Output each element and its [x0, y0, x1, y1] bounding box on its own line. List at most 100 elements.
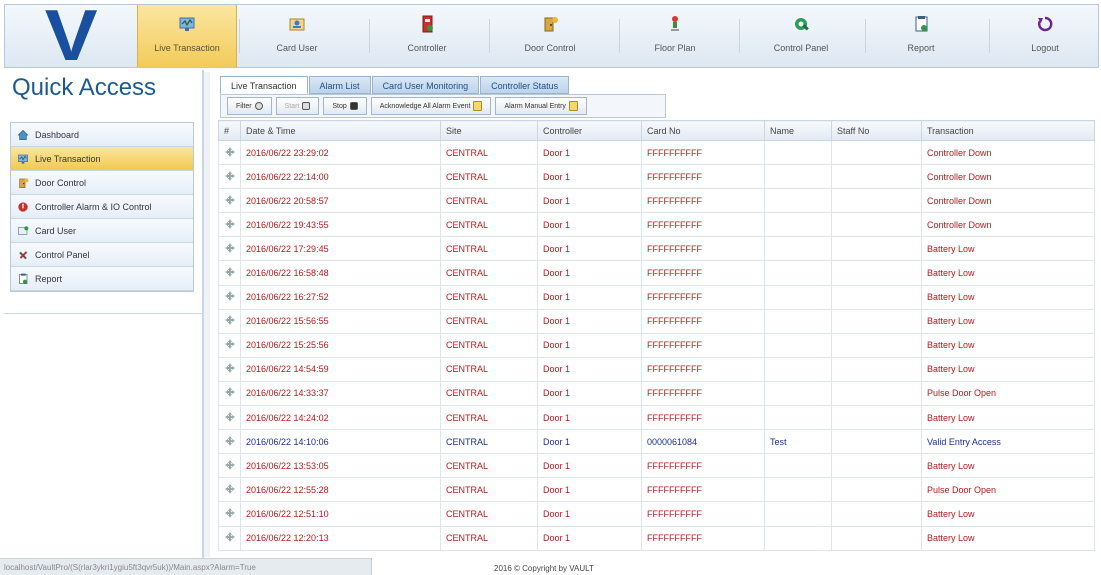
nav-controller[interactable]: Controller	[375, 5, 479, 67]
column-header[interactable]: Name	[764, 120, 832, 141]
cell-transaction: Battery Low	[921, 453, 1095, 479]
cell-staff	[831, 501, 922, 527]
table-row[interactable]: 2016/06/22 13:53:05 CENTRAL Door 1 FFFFFFFF…	[218, 453, 1095, 479]
quick-access-item-door-control[interactable]: Door Control	[11, 171, 193, 195]
cell-site: CENTRAL	[440, 236, 538, 262]
cell-controller: Door 1	[537, 284, 642, 310]
row-action-icon[interactable]	[218, 380, 241, 407]
row-action-icon[interactable]	[218, 212, 241, 238]
row-action-icon[interactable]	[218, 453, 241, 479]
cell-controller: Door 1	[537, 477, 642, 503]
column-header[interactable]: #	[218, 120, 241, 141]
copyright-text: 2016 © Copyright by VAULT	[494, 564, 594, 573]
table-row[interactable]: 2016/06/22 15:25:56 CENTRAL Door 1 FFFFFFFF…	[218, 332, 1095, 358]
quick-access-item-controller-alarm-io-control[interactable]: Controller Alarm & IO Control	[11, 195, 193, 219]
cell-transaction: Battery Low	[921, 405, 1095, 431]
row-action-icon[interactable]	[218, 188, 241, 214]
column-header[interactable]: Controller	[537, 120, 642, 141]
nav-floor-plan[interactable]: Floor Plan	[625, 5, 725, 67]
cell-card: FFFFFFFFFF	[641, 139, 765, 166]
table-row[interactable]: 2016/06/22 14:24:02 CENTRAL Door 1 FFFFFFFF…	[218, 405, 1095, 431]
row-action-icon[interactable]	[218, 525, 241, 551]
cell-datetime: 2016/06/22 15:25:56	[240, 332, 441, 358]
row-action-icon[interactable]	[218, 308, 241, 334]
row-action-icon[interactable]	[218, 284, 241, 310]
cell-card: FFFFFFFFFF	[641, 477, 765, 503]
cell-datetime: 2016/06/22 14:10:06	[240, 429, 441, 455]
column-header[interactable]: Date & Time	[240, 120, 441, 141]
start-button[interactable]: Start	[275, 97, 320, 115]
table-row[interactable]: 2016/06/22 14:54:59 CENTRAL Door 1 FFFFFFFF…	[218, 356, 1095, 382]
cell-site: CENTRAL	[440, 284, 538, 310]
table-row[interactable]: 2016/06/22 22:14:00 CENTRAL Door 1 FFFFFFFF…	[218, 164, 1095, 190]
cell-card: FFFFFFFFFF	[641, 284, 765, 310]
cell-staff	[831, 188, 922, 214]
cell-name	[764, 139, 832, 166]
row-action-icon[interactable]	[218, 356, 241, 382]
tab-live-transaction[interactable]: Live Transaction	[220, 76, 308, 94]
cell-staff	[831, 429, 922, 455]
quick-access-item-dashboard[interactable]: Dashboard	[11, 123, 193, 147]
cell-site: CENTRAL	[440, 356, 538, 382]
toolbar: Filter Start Stop Acknowledge All Alarm …	[220, 94, 666, 118]
row-action-icon[interactable]	[218, 236, 241, 262]
cell-datetime: 2016/06/22 12:20:13	[240, 525, 441, 551]
filter-button[interactable]: Filter	[227, 97, 272, 115]
row-action-icon[interactable]	[218, 501, 241, 527]
table-row[interactable]: 2016/06/22 14:10:06 CENTRAL Door 1 00000610…	[218, 429, 1095, 455]
nav-logout[interactable]: Logout	[995, 5, 1095, 67]
nav-report[interactable]: Report	[871, 5, 971, 67]
row-action-icon[interactable]	[218, 429, 241, 455]
alarm-manual-entry-button[interactable]: Alarm Manual Entry	[495, 97, 587, 115]
row-action-icon[interactable]	[218, 477, 241, 503]
cell-name	[764, 380, 832, 407]
main-content: Live Transaction Alarm List Card User Moni…	[210, 72, 1099, 557]
column-header[interactable]: Staff No	[831, 120, 922, 141]
row-action-icon[interactable]	[218, 405, 241, 431]
nav-card-user[interactable]: Card User	[245, 5, 349, 67]
row-action-icon[interactable]	[218, 164, 241, 190]
column-header[interactable]: Site	[440, 120, 538, 141]
table-row[interactable]: 2016/06/22 12:20:13 CENTRAL Door 1 FFFFFFFF…	[218, 525, 1095, 551]
quick-access-item-control-panel[interactable]: Control Panel	[11, 243, 193, 267]
row-action-icon[interactable]	[218, 332, 241, 358]
table-row[interactable]: 2016/06/22 23:29:02 CENTRAL Door 1 FFFFFFFF…	[218, 139, 1095, 166]
nav-control-panel[interactable]: Control Panel	[745, 5, 857, 67]
quick-access-item-report[interactable]: Report	[11, 267, 193, 291]
row-action-icon[interactable]	[218, 260, 241, 286]
column-header[interactable]: Transaction	[921, 120, 1095, 141]
table-row[interactable]: 2016/06/22 19:43:55 CENTRAL Door 1 FFFFFFFF…	[218, 212, 1095, 238]
nav-door-control[interactable]: Door Control	[495, 5, 605, 67]
table-row[interactable]: 2016/06/22 12:55:28 CENTRAL Door 1 FFFFFFFF…	[218, 477, 1095, 503]
table-row[interactable]: 2016/06/22 16:27:52 CENTRAL Door 1 FFFFFFFF…	[218, 284, 1095, 310]
column-header[interactable]: Card No	[641, 120, 765, 141]
stop-button[interactable]: Stop	[323, 97, 367, 115]
quick-access-item-card-user[interactable]: Card User	[11, 219, 193, 243]
tab-controller-status[interactable]: Controller Status	[480, 76, 570, 94]
table-row[interactable]: 2016/06/22 20:58:57 CENTRAL Door 1 FFFFFFFF…	[218, 188, 1095, 214]
quick-access-item-live-transaction[interactable]: Live Transaction	[11, 147, 193, 171]
tab-alarm-list[interactable]: Alarm List	[308, 76, 371, 94]
alarm-icon	[17, 201, 29, 213]
table-row[interactable]: 2016/06/22 12:51:10 CENTRAL Door 1 FFFFFFFF…	[218, 501, 1095, 527]
table-row[interactable]: 2016/06/22 15:56:55 CENTRAL Door 1 FFFFFFFF…	[218, 308, 1095, 334]
cell-controller: Door 1	[537, 380, 642, 407]
cell-staff	[831, 332, 922, 358]
table-row[interactable]: 2016/06/22 16:58:48 CENTRAL Door 1 FFFFFFFF…	[218, 260, 1095, 286]
quick-access-title: Quick Access	[12, 74, 157, 101]
cell-datetime: 2016/06/22 12:55:28	[240, 477, 441, 503]
row-action-icon[interactable]	[218, 139, 241, 166]
cell-site: CENTRAL	[440, 188, 538, 214]
acknowledge-all-button[interactable]: Acknowledge All Alarm Event	[370, 97, 492, 115]
quick-access-label: Dashboard	[35, 129, 80, 140]
nav-live-transaction[interactable]: Live Transaction	[137, 5, 237, 67]
cell-controller: Door 1	[537, 308, 642, 334]
table-row[interactable]: 2016/06/22 14:33:37 CENTRAL Door 1 FFFFFFFF…	[218, 380, 1095, 407]
nav-label: Logout	[1031, 43, 1059, 53]
cell-site: CENTRAL	[440, 380, 538, 407]
nav-label: Controller	[407, 43, 447, 53]
table-row[interactable]: 2016/06/22 17:29:45 CENTRAL Door 1 FFFFFFFF…	[218, 236, 1095, 262]
tab-card-user-monitoring[interactable]: Card User Monitoring	[371, 76, 480, 94]
cell-controller: Door 1	[537, 139, 642, 166]
nav-divider	[989, 19, 990, 53]
